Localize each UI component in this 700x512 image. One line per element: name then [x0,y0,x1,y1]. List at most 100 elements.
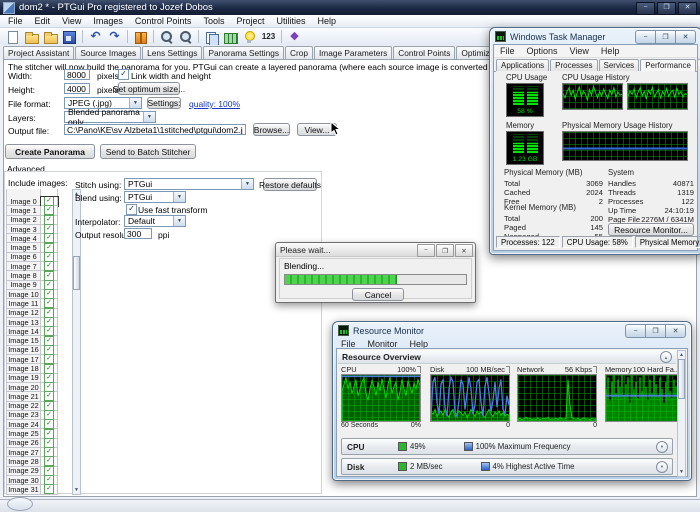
image-name-cell[interactable]: Image 23 [6,411,41,420]
image-name-cell[interactable]: Image 27 [6,448,41,457]
tab-image-parameters[interactable]: Image Parameters [314,46,392,59]
resource-monitor-scrollbar[interactable]: ▲ ▼ [677,350,686,477]
open-icon[interactable] [23,29,40,45]
menu-item-images[interactable]: Images [87,16,129,26]
expand-icon[interactable]: ▼ [656,461,668,473]
image-name-cell[interactable]: Image 29 [6,467,41,476]
image-name-cell[interactable]: Image 6 [6,253,41,262]
link-wh-checkbox[interactable]: ✓ [118,69,129,80]
image-name-cell[interactable]: Image 3 [6,225,41,234]
tm-menu-item-view[interactable]: View [564,46,595,56]
image-name-cell[interactable]: Image 26 [6,439,41,448]
minimize-button[interactable]: − [417,244,435,257]
collapse-icon[interactable]: ▲ [660,351,672,363]
menu-item-project[interactable]: Project [230,16,270,26]
image-checkbox[interactable]: ✓ [44,484,54,494]
minimize-button[interactable]: − [635,30,656,44]
interpolator-select[interactable]: Default ▼ [124,215,186,227]
rm-menu-item-help[interactable]: Help [404,339,435,349]
quality-link[interactable]: quality: 100% [189,99,240,109]
image-name-cell[interactable]: Image 21 [6,392,41,401]
menu-item-utilities[interactable]: Utilities [270,16,311,26]
output-resolution-input[interactable] [124,228,152,239]
close-button[interactable]: ✕ [455,244,473,257]
close-button[interactable]: ✕ [675,30,696,44]
image-name-cell[interactable]: Image 12 [6,309,41,318]
restore-defaults-button[interactable]: Restore defaults [263,178,317,191]
source-images-icon[interactable] [203,29,220,45]
layers-select[interactable]: Blended panorama only ▼ [64,111,156,123]
rm-menu-item-file[interactable]: File [335,339,362,349]
restore-button[interactable]: ❐ [655,30,676,44]
zoom-out-icon[interactable] [177,29,194,45]
blend-using-select[interactable]: PTGui ▼ [124,191,186,203]
height-input[interactable] [64,83,90,94]
zoom-in-icon[interactable] [158,29,175,45]
image-name-cell[interactable]: Image 5 [6,243,41,252]
image-name-cell[interactable]: Image 15 [6,336,41,345]
tab-panorama-settings[interactable]: Panorama Settings [203,46,284,59]
tab-project-assistant[interactable]: Project Assistant [3,46,74,59]
redo-icon[interactable]: ↷ [106,29,123,45]
close-button[interactable]: ✕ [665,324,686,338]
stitch-using-select[interactable]: PTGui ▼ [124,178,254,190]
add-images-icon[interactable] [42,29,59,45]
menu-item-control-points[interactable]: Control Points [129,16,198,26]
tm-tab-processes[interactable]: Processes [550,59,597,71]
image-name-cell[interactable]: Image 9 [6,281,41,290]
new-icon[interactable] [4,29,21,45]
numeric-transform-icon[interactable]: 123 [260,29,277,45]
minimize-button[interactable]: − [625,324,646,338]
image-name-cell[interactable]: Image 17 [6,355,41,364]
image-name-cell[interactable]: Image 28 [6,457,41,466]
panorama-editor-icon[interactable] [132,29,149,45]
image-name-cell[interactable]: Image 13 [6,318,41,327]
scrollbar-thumb[interactable] [73,256,80,290]
image-name-cell[interactable]: Image 20 [6,383,41,392]
detail-viewer-icon[interactable] [241,29,258,45]
width-input[interactable] [64,69,90,80]
rm-menu-item-monitor[interactable]: Monitor [362,339,404,349]
menu-item-tools[interactable]: Tools [197,16,230,26]
image-name-cell[interactable]: Image 31 [6,485,41,494]
restore-button[interactable]: ❐ [645,324,666,338]
tm-menu-item-options[interactable]: Options [521,46,564,56]
scrollbar-thumb[interactable] [678,359,685,399]
restore-button[interactable]: ❐ [657,2,676,15]
image-name-cell[interactable]: Image 11 [6,299,41,308]
tm-tab-applications[interactable]: Applications [496,59,549,71]
tab-crop[interactable]: Crop [285,46,313,59]
image-name-cell[interactable]: Image 8 [6,271,41,280]
undo-icon[interactable]: ↶ [87,29,104,45]
tm-menu-item-file[interactable]: File [494,46,521,56]
output-file-input[interactable] [64,124,246,135]
scroll-up-icon[interactable]: ▲ [679,351,684,359]
image-name-cell[interactable]: Image 0 [6,197,41,206]
scroll-down-icon[interactable]: ▼ [74,486,79,494]
menu-item-edit[interactable]: Edit [29,16,57,26]
close-button[interactable]: ✕ [678,2,697,15]
image-name-cell[interactable]: Image 18 [6,364,41,373]
image-name-cell[interactable]: Image 14 [6,327,41,336]
menu-item-help[interactable]: Help [311,16,342,26]
menu-item-file[interactable]: File [2,16,29,26]
tab-lens-settings[interactable]: Lens Settings [142,46,202,59]
create-panorama-button[interactable]: Create Panorama [5,144,95,159]
browse-button[interactable]: Browse... [253,123,290,136]
minimize-button[interactable]: − [636,2,655,15]
image-name-cell[interactable]: Image 30 [6,476,41,485]
fast-transform-checkbox[interactable]: ✓ [126,204,137,215]
expand-icon[interactable]: ▼ [656,441,668,453]
restore-button[interactable]: ❐ [436,244,454,257]
tab-control-points[interactable]: Control Points [393,46,455,59]
tm-menu-item-help[interactable]: Help [595,46,626,56]
tab-source-images[interactable]: Source Images [75,46,141,59]
tm-tab-services[interactable]: Services [599,59,640,71]
image-name-cell[interactable]: Image 4 [6,234,41,243]
set-optimum-size-button[interactable]: Set optimum size... [118,82,180,95]
rm-section-disk[interactable]: Disk2 MB/sec4% Highest Active Time▼ [341,458,673,475]
scroll-down-icon[interactable]: ▼ [679,468,684,476]
image-name-cell[interactable]: Image 22 [6,402,41,411]
send-to-batch-button[interactable]: Send to Batch Stitcher [100,144,196,159]
menu-item-view[interactable]: View [56,16,87,26]
